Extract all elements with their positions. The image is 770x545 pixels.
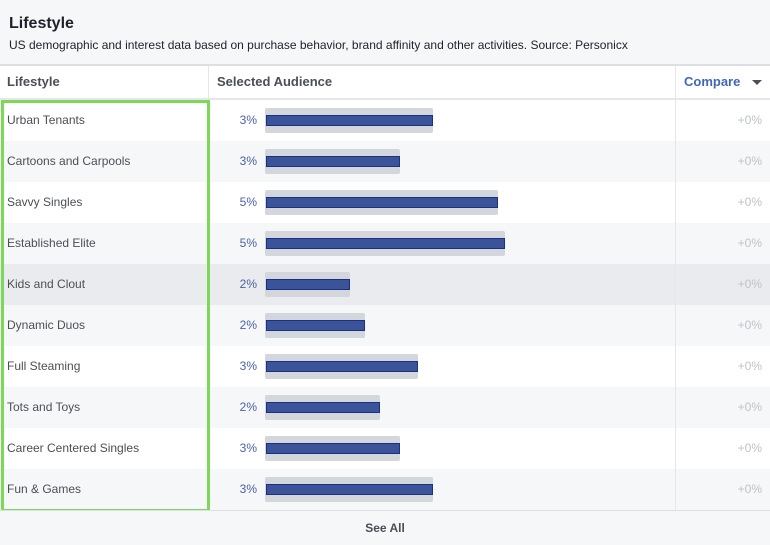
table-row[interactable]: Established Elite 5% +0% bbox=[0, 223, 770, 264]
lifestyle-name: Full Steaming bbox=[7, 359, 81, 373]
compare-value: +0% bbox=[737, 195, 762, 209]
table-row[interactable]: Urban Tenants 3% +0% bbox=[0, 100, 770, 141]
audience-percent: 5% bbox=[239, 236, 257, 250]
column-header-selected-audience: Selected Audience bbox=[217, 74, 333, 89]
section-header: Lifestyle US demographic and interest da… bbox=[0, 0, 770, 66]
compare-value: +0% bbox=[737, 113, 762, 127]
section-subtitle: US demographic and interest data based o… bbox=[9, 38, 628, 52]
column-divider bbox=[675, 223, 676, 264]
compare-dropdown[interactable]: Compare bbox=[684, 66, 740, 98]
caret-down-icon[interactable] bbox=[752, 80, 762, 85]
lifestyle-name: Career Centered Singles bbox=[7, 441, 140, 455]
audience-percent: 3% bbox=[239, 154, 257, 168]
audience-bar bbox=[266, 238, 505, 249]
column-divider bbox=[675, 264, 676, 305]
audience-percent: 3% bbox=[239, 359, 257, 373]
lifestyle-name: Fun & Games bbox=[7, 482, 82, 496]
audience-bar bbox=[266, 115, 433, 126]
table-row[interactable]: Savvy Singles 5% +0% bbox=[0, 182, 770, 223]
lifestyle-name: Established Elite bbox=[7, 236, 96, 250]
audience-bar-track bbox=[265, 272, 350, 297]
compare-value: +0% bbox=[737, 277, 762, 291]
audience-bar bbox=[266, 402, 380, 413]
column-divider bbox=[675, 141, 676, 182]
column-divider bbox=[675, 182, 676, 223]
audience-bar-track bbox=[265, 395, 380, 420]
audience-bar-track bbox=[265, 190, 498, 215]
column-header-lifestyle: Lifestyle bbox=[7, 74, 60, 89]
audience-bar-track bbox=[265, 313, 365, 338]
audience-percent: 5% bbox=[239, 195, 257, 209]
audience-percent: 3% bbox=[239, 113, 257, 127]
audience-percent: 3% bbox=[239, 482, 257, 496]
audience-bar bbox=[266, 197, 498, 208]
audience-bar-track bbox=[265, 108, 433, 133]
audience-bar bbox=[266, 320, 365, 331]
table-row[interactable]: Fun & Games 3% +0% bbox=[0, 469, 770, 510]
column-divider bbox=[675, 387, 676, 428]
lifestyle-name: Urban Tenants bbox=[7, 113, 85, 127]
audience-percent: 2% bbox=[239, 277, 257, 291]
lifestyle-name: Tots and Toys bbox=[7, 400, 81, 414]
audience-percent: 3% bbox=[239, 441, 257, 455]
see-all-button[interactable]: See All bbox=[0, 521, 770, 535]
compare-value: +0% bbox=[737, 359, 762, 373]
compare-value: +0% bbox=[737, 441, 762, 455]
table-row[interactable]: Full Steaming 3% +0% bbox=[0, 346, 770, 387]
table-row[interactable]: Career Centered Singles 3% +0% bbox=[0, 428, 770, 469]
lifestyle-name: Dynamic Duos bbox=[7, 318, 86, 332]
audience-bar bbox=[266, 156, 400, 167]
table-footer: See All bbox=[0, 510, 770, 545]
compare-value: +0% bbox=[737, 482, 762, 496]
lifestyle-name: Cartoons and Carpools bbox=[7, 154, 131, 168]
column-divider bbox=[675, 346, 676, 387]
column-divider bbox=[675, 100, 676, 141]
audience-percent: 2% bbox=[239, 318, 257, 332]
section-title: Lifestyle bbox=[9, 15, 74, 32]
audience-bar-track bbox=[265, 436, 400, 461]
lifestyle-name: Savvy Singles bbox=[7, 195, 83, 209]
compare-value: +0% bbox=[737, 154, 762, 168]
lifestyle-name: Kids and Clout bbox=[7, 277, 86, 291]
table-row[interactable]: Kids and Clout 2% +0% bbox=[0, 264, 770, 305]
lifestyle-table: Urban Tenants 3% +0% Cartoons and Carpools 3… bbox=[0, 100, 770, 510]
table-row[interactable]: Dynamic Duos 2% +0% bbox=[0, 305, 770, 346]
audience-bar-track bbox=[265, 354, 418, 379]
compare-value: +0% bbox=[737, 400, 762, 414]
table-row[interactable]: Tots and Toys 2% +0% bbox=[0, 387, 770, 428]
audience-bar bbox=[266, 443, 400, 454]
column-divider bbox=[675, 305, 676, 346]
audience-bar-track bbox=[265, 231, 505, 256]
audience-bar bbox=[266, 484, 433, 495]
column-divider bbox=[675, 469, 676, 510]
table-header: Lifestyle Selected Audience Compare bbox=[0, 66, 770, 100]
table-row[interactable]: Cartoons and Carpools 3% +0% bbox=[0, 141, 770, 182]
compare-value: +0% bbox=[737, 236, 762, 250]
column-divider bbox=[208, 66, 209, 98]
audience-bar-track bbox=[265, 477, 433, 502]
audience-bar bbox=[266, 361, 418, 372]
audience-bar bbox=[266, 279, 350, 290]
audience-percent: 2% bbox=[239, 400, 257, 414]
column-divider bbox=[675, 66, 676, 98]
audience-bar-track bbox=[265, 149, 400, 174]
column-divider bbox=[675, 428, 676, 469]
compare-value: +0% bbox=[737, 318, 762, 332]
